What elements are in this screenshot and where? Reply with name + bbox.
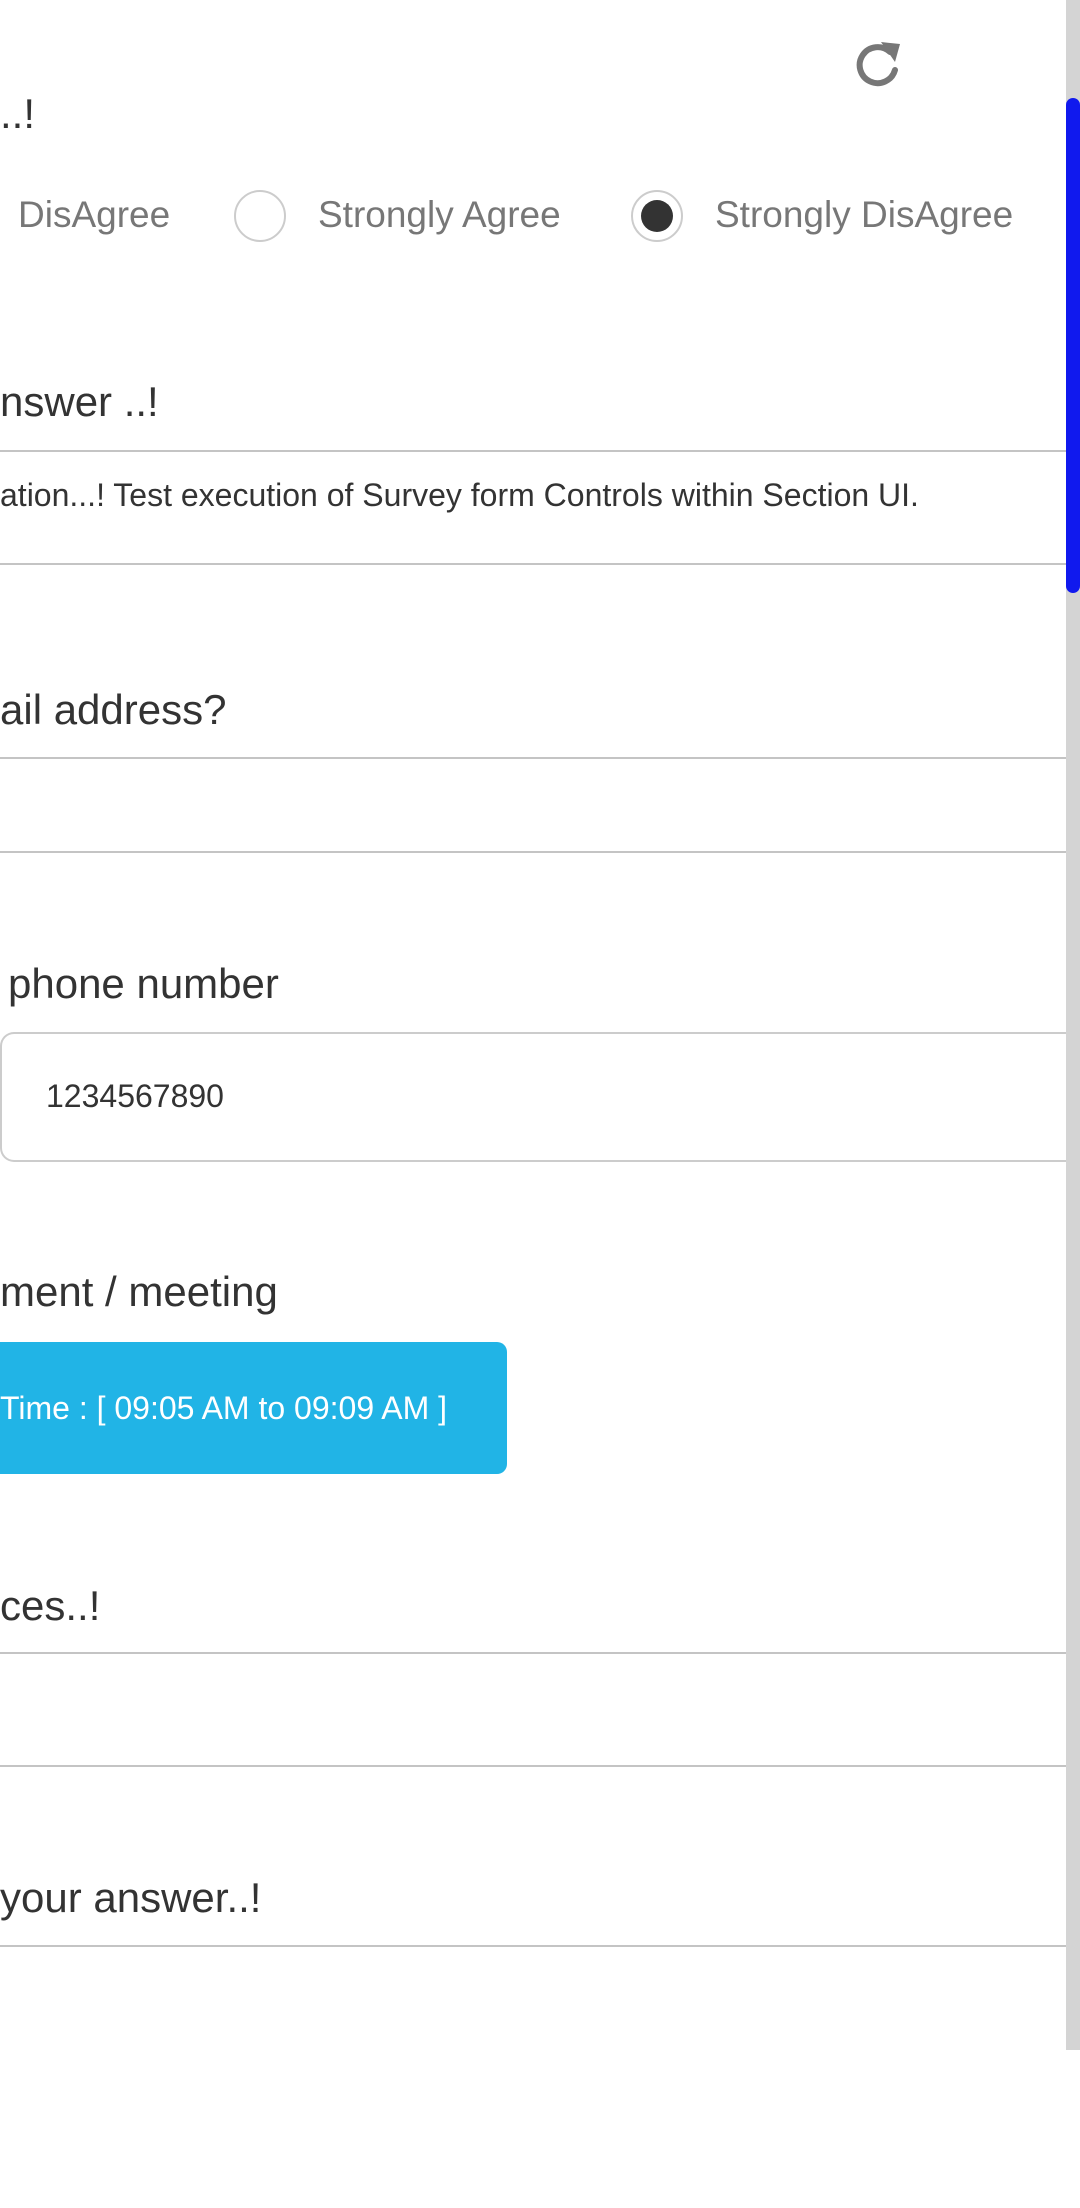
time-slot-button[interactable]: Time : [ 09:05 AM to 09:09 AM ] (0, 1342, 507, 1474)
option-label-disagree[interactable]: DisAgree (18, 194, 170, 236)
refresh-icon[interactable] (850, 36, 906, 92)
preferences-textarea[interactable] (0, 1675, 1060, 1765)
divider (0, 563, 1066, 565)
radio-strongly-disagree[interactable] (631, 190, 683, 242)
divider (0, 450, 1066, 452)
question-title-appointment: ment / meeting (0, 1268, 278, 1315)
answer-textarea[interactable]: ation...! Test execution of Survey form … (0, 477, 919, 514)
question-title-rating: ..! (0, 90, 36, 137)
question-title-phone: phone number (8, 960, 279, 1007)
question-title-preferences: ces..! (0, 1582, 101, 1629)
question-title-answer: nswer ..! (0, 378, 159, 425)
radio-strongly-agree[interactable] (234, 190, 286, 242)
divider (0, 851, 1066, 853)
email-field[interactable] (0, 780, 1060, 850)
divider (0, 757, 1066, 759)
option-label-strongly-agree[interactable]: Strongly Agree (318, 194, 561, 236)
divider (0, 1765, 1066, 1767)
divider (0, 1652, 1066, 1654)
option-label-strongly-disagree[interactable]: Strongly DisAgree (715, 194, 1013, 236)
phone-number-value: 1234567890 (46, 1078, 224, 1114)
scrollbar-thumb[interactable] (1066, 98, 1080, 593)
divider (0, 1945, 1066, 1947)
question-title-email: ail address? (0, 686, 227, 733)
question-title-your-answer: your answer..! (0, 1874, 262, 1921)
phone-number-input[interactable]: 1234567890 (0, 1032, 1080, 1162)
